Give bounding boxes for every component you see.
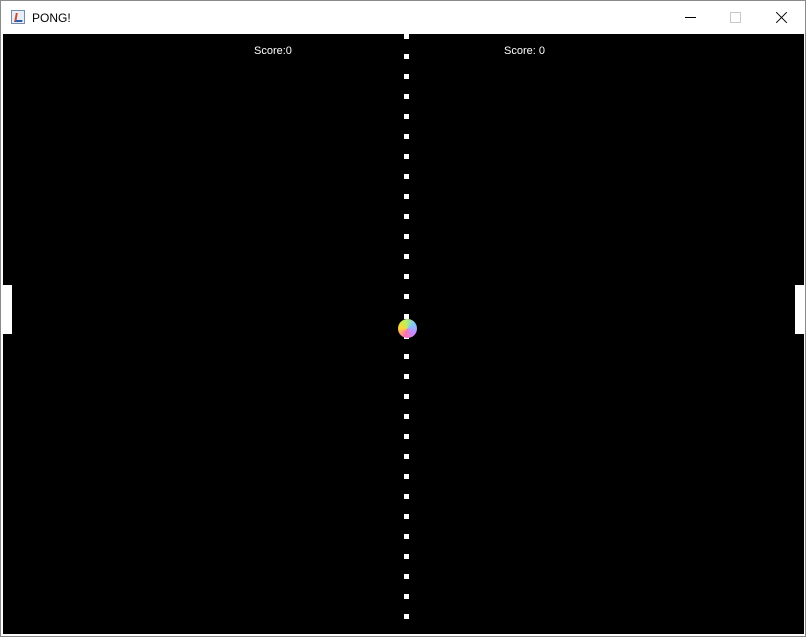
- net-dash: [404, 514, 409, 519]
- net-dash: [404, 114, 409, 119]
- net-dash: [404, 174, 409, 179]
- net-dash: [404, 474, 409, 479]
- net-dash: [404, 194, 409, 199]
- net-dash: [404, 274, 409, 279]
- game-court[interactable]: Score:0 Score: 0: [3, 34, 804, 634]
- net-dash: [404, 594, 409, 599]
- net-dash: [404, 254, 409, 259]
- minimize-button[interactable]: [668, 1, 713, 34]
- net-dash: [404, 414, 409, 419]
- net-dash: [404, 294, 409, 299]
- ball: [398, 319, 417, 338]
- window-title: PONG!: [32, 11, 71, 25]
- net-dash: [404, 454, 409, 459]
- game-window: PONG! Score:0 Score: 0: [0, 0, 806, 637]
- net-dash: [404, 394, 409, 399]
- minimize-icon: [685, 17, 696, 18]
- net-dash: [404, 54, 409, 59]
- net-dash: [404, 154, 409, 159]
- net-dash: [404, 34, 409, 39]
- java-icon: [11, 10, 25, 24]
- net-dash: [404, 234, 409, 239]
- close-icon: [775, 11, 788, 24]
- net-dash: [404, 574, 409, 579]
- net-dash: [404, 74, 409, 79]
- net-dash: [404, 134, 409, 139]
- net-dash: [404, 534, 409, 539]
- left-score: Score:0: [254, 45, 292, 57]
- right-score: Score: 0: [504, 45, 545, 57]
- net-dash: [404, 94, 409, 99]
- net-dash: [404, 494, 409, 499]
- net-dash: [404, 214, 409, 219]
- close-button[interactable]: [759, 1, 804, 34]
- maximize-button[interactable]: [713, 1, 758, 34]
- net-dash: [404, 554, 409, 559]
- net-dash: [404, 614, 409, 619]
- maximize-icon: [730, 12, 741, 23]
- net-dash: [404, 374, 409, 379]
- net-dash: [404, 354, 409, 359]
- title-bar[interactable]: PONG!: [1, 1, 805, 34]
- net-dash: [404, 434, 409, 439]
- right-paddle: [795, 285, 804, 334]
- left-paddle: [3, 285, 12, 334]
